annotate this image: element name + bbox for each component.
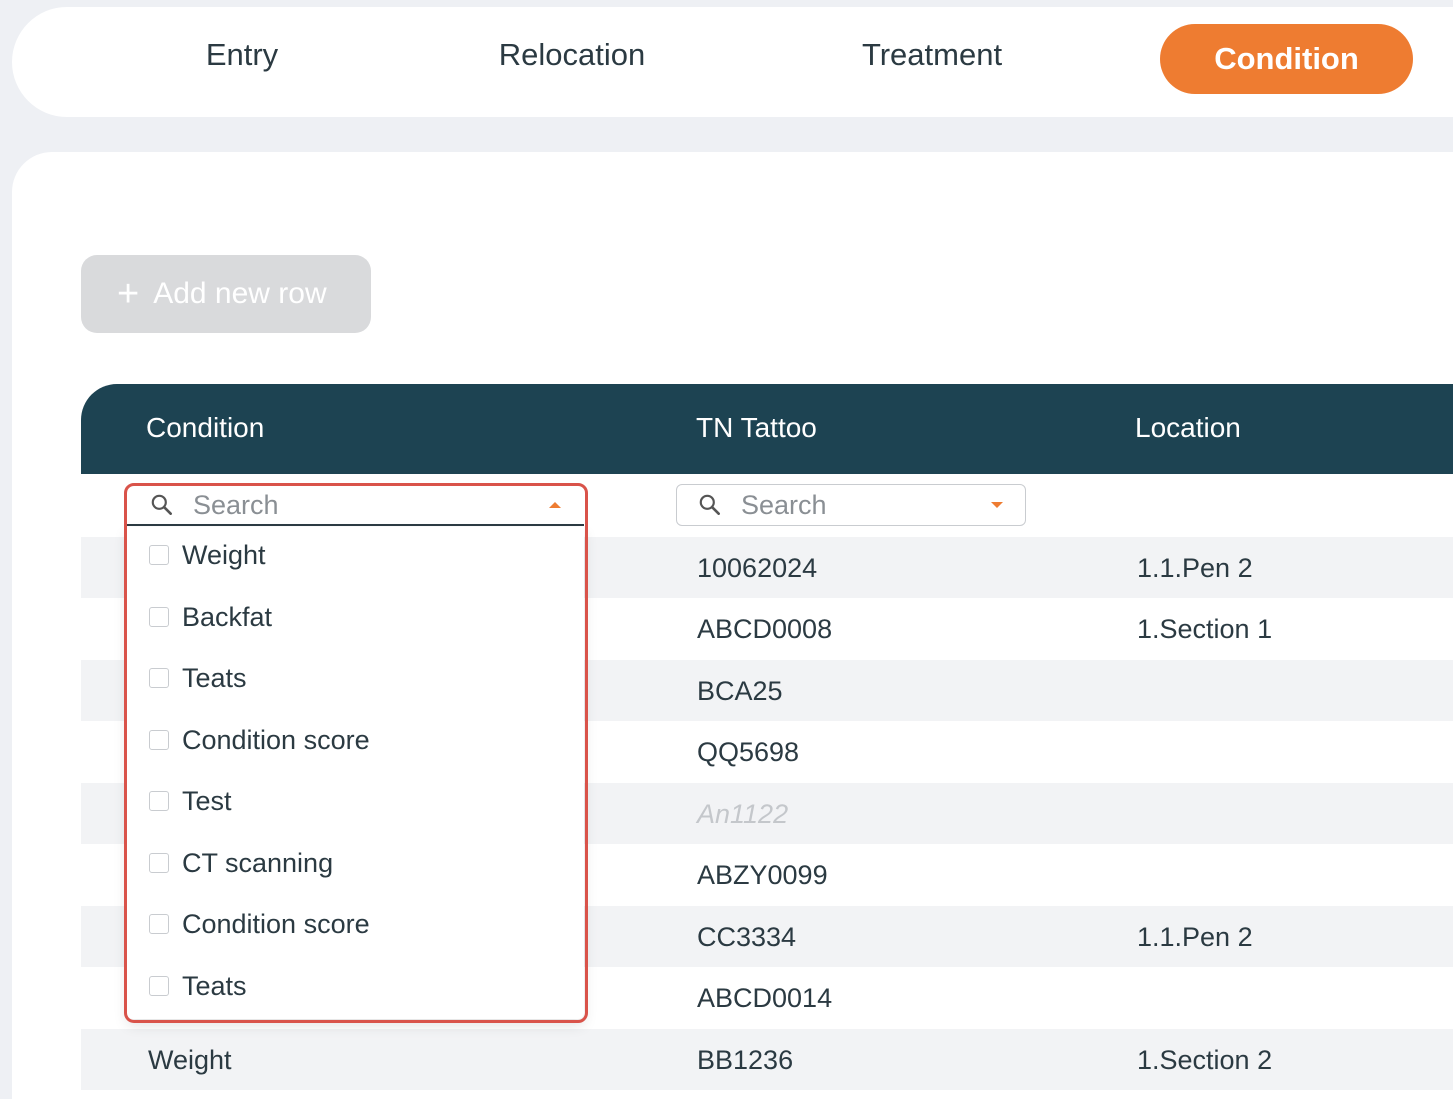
cell-tattoo: BB1236 xyxy=(697,1045,794,1075)
checkbox[interactable] xyxy=(149,914,169,934)
column-header-tn-tattoo[interactable]: TN Tattoo xyxy=(696,384,817,474)
dropdown-option-ct-scanning[interactable]: CT scanning xyxy=(149,843,333,883)
column-header-condition[interactable]: Condition xyxy=(146,384,264,474)
condition-filter-placeholder: Search xyxy=(193,489,279,520)
dropdown-option-label: Test xyxy=(182,785,232,816)
checkbox[interactable] xyxy=(149,791,169,811)
tab-entry[interactable]: Entry xyxy=(172,33,312,77)
cell-tattoo: ABCD0014 xyxy=(697,983,833,1013)
cell-tattoo: QQ5698 xyxy=(697,737,800,767)
tab-treatment[interactable]: Treatment xyxy=(832,33,1032,77)
cell-tattoo: ABCD0008 xyxy=(697,614,833,644)
cell-location: 1.1.Pen 2 xyxy=(1137,922,1253,952)
column-header-location[interactable]: Location xyxy=(1135,384,1241,474)
dropdown-option-label: Condition score xyxy=(182,724,370,755)
add-new-row-button[interactable]: + Add new row xyxy=(81,255,371,333)
dropdown-option-teats[interactable]: Teats xyxy=(149,966,247,1006)
dropdown-option-label: CT scanning xyxy=(182,847,334,878)
checkbox[interactable] xyxy=(149,853,169,873)
condition-dropdown-list: Weight Backfat Teats Condition score Tes… xyxy=(127,527,584,1019)
checkbox[interactable] xyxy=(149,545,169,565)
tab-condition[interactable]: Condition xyxy=(1160,24,1413,94)
search-icon xyxy=(151,494,172,515)
table-row[interactable]: Weight BB1236 1.Section 2 xyxy=(81,1029,1453,1090)
cell-location: 1.Section 2 xyxy=(1137,1045,1273,1075)
dropdown-option-label: Condition score xyxy=(182,908,370,939)
dropdown-option-label: Weight xyxy=(182,539,266,570)
cell-condition: Weight xyxy=(148,1045,232,1075)
checkbox[interactable] xyxy=(149,730,169,750)
dropdown-option-condition-score[interactable]: Condition score xyxy=(149,904,370,944)
cell-tattoo: BCA25 xyxy=(697,676,783,706)
tattoo-filter[interactable]: Search xyxy=(676,484,1026,526)
add-new-row-label: Add new row xyxy=(153,277,327,310)
table-header: Condition TN Tattoo Location xyxy=(81,384,1453,474)
cell-tattoo: CC3334 xyxy=(697,922,797,952)
cell-tattoo: ABZY0099 xyxy=(697,860,828,890)
dropdown-option-weight[interactable]: Weight xyxy=(149,535,266,575)
cell-location: 1.1.Pen 2 xyxy=(1137,553,1253,583)
tattoo-filter-placeholder: Search xyxy=(741,489,827,520)
dropdown-option-label: Teats xyxy=(182,662,247,693)
tab-relocation[interactable]: Relocation xyxy=(472,33,672,77)
plus-icon: + xyxy=(117,273,140,315)
dropdown-option-label: Teats xyxy=(182,970,247,1001)
search-icon xyxy=(699,494,720,515)
cell-tattoo: An1122 xyxy=(697,799,789,829)
dropdown-option-backfat[interactable]: Backfat xyxy=(149,597,272,637)
checkbox[interactable] xyxy=(149,976,169,996)
dropdown-option-teats[interactable]: Teats xyxy=(149,658,247,698)
dropdown-option-label: Backfat xyxy=(182,601,273,632)
checkbox[interactable] xyxy=(149,668,169,688)
dropdown-option-condition-score[interactable]: Condition score xyxy=(149,720,370,760)
dropdown-search-underline xyxy=(127,524,584,526)
dropdown-option-test[interactable]: Test xyxy=(149,781,232,821)
checkbox[interactable] xyxy=(149,607,169,627)
tab-bar: Entry Relocation Treatment Condition xyxy=(12,7,1453,117)
cell-tattoo: 10062024 xyxy=(697,553,818,583)
chevron-up-icon[interactable] xyxy=(549,502,561,508)
cell-location: 1.Section 1 xyxy=(1137,614,1273,644)
chevron-down-icon[interactable] xyxy=(991,502,1003,508)
condition-filter[interactable]: Search xyxy=(128,484,584,526)
